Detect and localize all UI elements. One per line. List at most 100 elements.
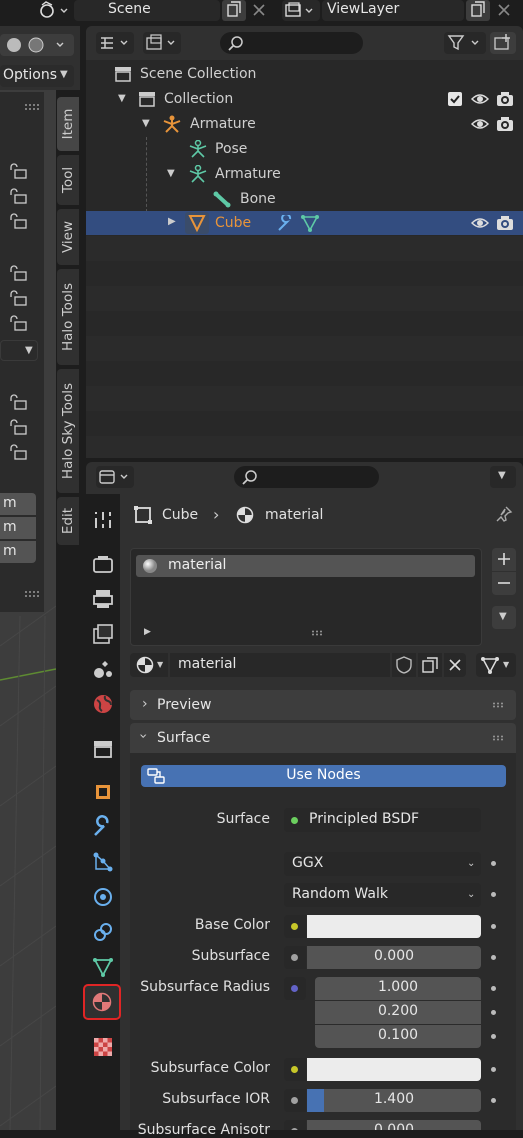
rotation-mode-dropdown[interactable]: ▼	[0, 340, 38, 361]
preview-panel-header[interactable]: › Preview	[130, 690, 516, 720]
new-scene-icon[interactable]	[222, 0, 246, 21]
subsurface-radius-socket-button[interactable]	[284, 977, 306, 1000]
collection-tab-icon[interactable]	[91, 737, 115, 761]
dimension-x-field[interactable]: m	[0, 493, 36, 515]
drag-handle-icon[interactable]	[492, 735, 506, 741]
delete-viewlayer-icon[interactable]	[493, 0, 515, 21]
outliner-row-bone[interactable]: Bone	[86, 187, 523, 212]
filter-icon[interactable]	[444, 32, 486, 54]
outliner-row-pose[interactable]: Pose	[86, 137, 523, 162]
lock-icon[interactable]	[8, 418, 28, 436]
subsurface-radius-x-field[interactable]: 1.000	[315, 977, 481, 1000]
render-tab-icon[interactable]	[91, 552, 115, 576]
base-color-swatch[interactable]	[307, 915, 481, 938]
physics-tab-icon[interactable]	[91, 885, 115, 909]
expand-down-icon[interactable]: ▼	[167, 168, 175, 179]
outliner-row-collection[interactable]: ▼ Collection	[86, 87, 523, 112]
outliner-row-scene-collection[interactable]: Scene Collection	[86, 62, 523, 87]
dimension-y-field[interactable]: m	[0, 517, 36, 539]
tab-view[interactable]: View	[57, 209, 79, 265]
subsurface-color-socket-button[interactable]	[284, 1058, 306, 1081]
texture-tab-icon[interactable]	[91, 1035, 115, 1059]
list-expand-icon[interactable]: ▶	[144, 627, 151, 637]
duplicate-material-button[interactable]	[418, 653, 442, 677]
options-menu[interactable]: Options ▼	[0, 65, 74, 87]
properties-editor-type-icon[interactable]	[96, 466, 134, 488]
subsurface-method-dropdown[interactable]: Random Walk ⌄	[284, 883, 481, 907]
lock-icon[interactable]	[8, 289, 28, 307]
lock-icon[interactable]	[8, 162, 28, 180]
camera-icon[interactable]	[496, 90, 514, 108]
outliner-row-armature[interactable]: ▼ Armature	[86, 112, 523, 137]
shading-solid-icon[interactable]	[0, 34, 74, 56]
scene-name-field[interactable]: Scene	[74, 0, 220, 21]
surface-shader-selector[interactable]: Principled BSDF	[284, 808, 481, 832]
expand-down-icon[interactable]: ▼	[118, 93, 126, 104]
material-name-field[interactable]: material	[170, 653, 390, 677]
outliner-search-input[interactable]	[220, 32, 363, 54]
subsurface-radius-z-field[interactable]: 0.100	[315, 1025, 481, 1048]
eye-icon[interactable]	[471, 91, 489, 107]
subsurface-socket-button[interactable]	[284, 946, 306, 969]
display-mode-icon[interactable]	[143, 32, 181, 54]
subsurface-anisotropy-socket-button[interactable]	[284, 1120, 306, 1130]
mesh-data-icon[interactable]	[300, 214, 320, 232]
particles-tab-icon[interactable]	[91, 850, 115, 874]
distribution-dropdown[interactable]: GGX ⌄	[284, 852, 481, 876]
delete-scene-icon[interactable]	[248, 0, 270, 21]
new-viewlayer-icon[interactable]	[466, 0, 490, 21]
lock-icon[interactable]	[8, 212, 28, 230]
keyframe-dot-icon[interactable]	[491, 1010, 496, 1015]
fake-user-button[interactable]	[392, 653, 416, 677]
scene-selector-icon[interactable]	[36, 1, 70, 21]
world-tab-icon[interactable]	[91, 692, 115, 716]
expand-down-icon[interactable]: ▼	[142, 118, 150, 129]
remove-slot-button[interactable]	[492, 572, 516, 595]
subsurface-color-swatch[interactable]	[307, 1058, 481, 1081]
lock-icon[interactable]	[8, 314, 28, 332]
keyframe-dot-icon[interactable]	[491, 986, 496, 991]
outliner-row-cube[interactable]: ▶ Cube	[86, 211, 523, 235]
viewlayer-selector-icon[interactable]	[282, 0, 320, 21]
expand-right-icon[interactable]: ▶	[168, 216, 176, 227]
object-tab-icon[interactable]	[91, 780, 115, 804]
scene-tab-icon[interactable]	[91, 657, 115, 681]
drag-handle-icon[interactable]	[24, 590, 40, 598]
tab-tool[interactable]: Tool	[57, 155, 79, 205]
subsurface-anisotropy-slider[interactable]: 0.000	[307, 1120, 481, 1130]
material-link-dropdown[interactable]: ▼	[476, 653, 516, 677]
keyframe-dot-icon[interactable]	[491, 892, 496, 897]
options-dropdown-icon[interactable]: ▼	[490, 466, 516, 488]
eye-icon[interactable]	[471, 215, 489, 231]
checkbox-checked-icon[interactable]	[447, 91, 463, 107]
properties-search-input[interactable]	[234, 466, 379, 488]
drag-handle-icon[interactable]	[492, 702, 506, 708]
viewlayer-name-field[interactable]: ViewLayer	[322, 0, 464, 21]
lock-icon[interactable]	[8, 443, 28, 461]
outliner-row-armature-data[interactable]: ▼ Armature	[86, 162, 523, 187]
subsurface-value-slider[interactable]: 0.000	[307, 946, 481, 969]
keyframe-dot-icon[interactable]	[491, 1067, 496, 1072]
subsurface-ior-slider[interactable]: 1.400	[307, 1089, 481, 1112]
material-browse-button[interactable]: ▼	[130, 653, 168, 677]
lock-icon[interactable]	[8, 393, 28, 411]
output-tab-icon[interactable]	[91, 587, 115, 611]
keyframe-dot-icon[interactable]	[491, 861, 496, 866]
dimension-z-field[interactable]: m	[0, 541, 36, 563]
keyframe-dot-icon[interactable]	[491, 1034, 496, 1039]
pin-icon[interactable]	[495, 505, 513, 523]
tab-edit[interactable]: Edit	[57, 497, 79, 545]
lock-icon[interactable]	[8, 264, 28, 282]
tab-item[interactable]: Item	[57, 97, 79, 151]
material-slot-item[interactable]: material	[136, 555, 475, 577]
camera-icon[interactable]	[496, 115, 514, 133]
keyframe-dot-icon[interactable]	[491, 1098, 496, 1103]
wrench-icon[interactable]	[276, 215, 294, 232]
editor-type-icon[interactable]	[96, 32, 134, 54]
subsurface-ior-socket-button[interactable]	[284, 1089, 306, 1112]
base-color-socket-button[interactable]	[284, 915, 306, 938]
drag-handle-icon[interactable]	[24, 103, 40, 111]
add-slot-button[interactable]	[492, 548, 516, 571]
slot-specials-button[interactable]: ▼	[492, 606, 516, 629]
view-layer-tab-icon[interactable]	[91, 622, 115, 646]
